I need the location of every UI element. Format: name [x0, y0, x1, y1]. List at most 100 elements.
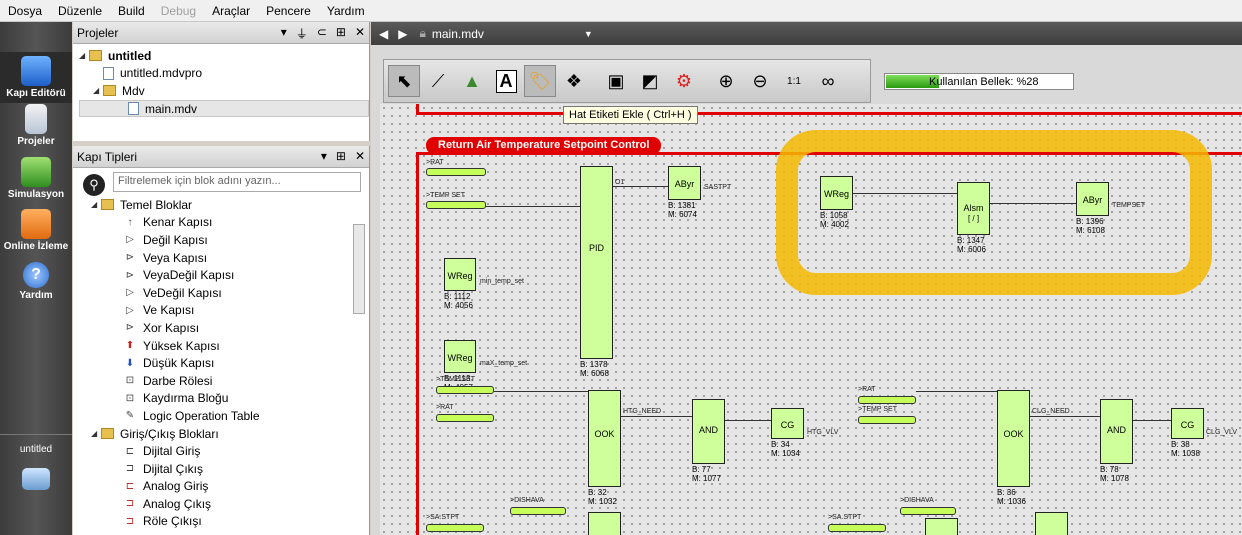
tree-item-mdvpro[interactable]: untitled.mdvpro	[79, 65, 369, 83]
tree-item-project[interactable]: ◢ untitled	[79, 47, 369, 65]
back-arrow-icon[interactable]: ◀	[379, 27, 388, 41]
and-block-2[interactable]: AND	[1100, 399, 1133, 464]
input-pill[interactable]	[510, 507, 566, 515]
tree-label: Mdv	[122, 83, 145, 98]
input-pill[interactable]	[828, 524, 886, 532]
editor-tab-main[interactable]: main.mdv	[432, 27, 572, 41]
input-pill[interactable]	[900, 507, 956, 515]
block-partial[interactable]	[925, 518, 958, 535]
tree-item-and-gate[interactable]: ▷ Ve Kapısı	[91, 302, 369, 320]
close-icon[interactable]: ✕	[355, 149, 365, 163]
settings-button[interactable]: ⚙	[668, 65, 700, 97]
wire-label: CLG_NEED	[1032, 408, 1070, 415]
shape-tool-button[interactable]: ▲	[456, 65, 488, 97]
sidebar-item-online-monitor[interactable]: Online İzleme	[0, 209, 72, 252]
tab-dropdown-icon[interactable]: ▼	[584, 29, 593, 39]
simulation-icon	[21, 157, 51, 187]
split-icon[interactable]: ⊞	[336, 25, 346, 42]
wire-label-button[interactable]: 🏷︎	[524, 65, 556, 97]
tree-item-digital-output[interactable]: ⊐ Dijital Çıkış	[91, 460, 369, 478]
ook-block-partial[interactable]	[588, 512, 621, 535]
tree-item-or-gate[interactable]: ⊳ Veya Kapısı	[91, 249, 369, 267]
input-pill[interactable]	[858, 396, 916, 404]
menu-edit[interactable]: Düzenle	[50, 4, 110, 18]
target-device-button[interactable]	[0, 468, 72, 492]
menu-help[interactable]: Yardım	[319, 4, 373, 18]
tree-item-nor-gate[interactable]: ⊳ VeyaDeğil Kapısı	[91, 266, 369, 284]
tree-item-not-gate[interactable]: ▷ Değil Kapısı	[91, 231, 369, 249]
alsm-block[interactable]: Alsm[ / ]	[957, 182, 990, 235]
abyr-block-1[interactable]: AByr	[668, 166, 701, 200]
menu-build[interactable]: Build	[110, 4, 153, 18]
tree-item-shift-block[interactable]: ⊡ Kaydırma Bloğu	[91, 390, 369, 408]
tree-item-low-gate[interactable]: ⬇ Düşük Kapısı	[91, 354, 369, 372]
tree-group-io[interactable]: ◢ Giriş/Çıkış Blokları	[91, 425, 369, 443]
forward-arrow-icon[interactable]: ▶	[398, 27, 407, 41]
link-icon[interactable]: ⊂	[317, 25, 327, 42]
zoom-reset-button[interactable]: 1:1	[778, 65, 810, 97]
tree-label: untitled	[108, 48, 152, 63]
dropdown-icon[interactable]: ▾	[281, 25, 287, 42]
pid-block[interactable]: PID	[580, 166, 613, 359]
input-pill[interactable]	[436, 414, 494, 422]
abyr-block-2[interactable]: AByr	[1076, 182, 1109, 216]
text-tool-button[interactable]: A	[490, 65, 522, 97]
tree-item-digital-input[interactable]: ⊏ Dijital Giriş	[91, 442, 369, 460]
close-icon[interactable]: ✕	[355, 25, 365, 42]
tree-group-basic[interactable]: ◢ Temel Bloklar	[91, 196, 369, 214]
block-partial[interactable]	[1035, 512, 1068, 535]
dropdown-icon[interactable]: ▾	[321, 149, 327, 163]
wreg-block-3[interactable]: WReg	[820, 176, 853, 210]
input-pill[interactable]	[436, 386, 494, 394]
zoom-in-button[interactable]: ⊕	[710, 65, 742, 97]
tree-item-analog-input[interactable]: ⊏ Analog Giriş	[91, 478, 369, 496]
sidebar-item-projects[interactable]: Projeler	[0, 104, 72, 147]
save-as-button[interactable]: ◩	[634, 65, 666, 97]
input-pill[interactable]	[858, 416, 916, 424]
zoom-out-button[interactable]: ⊖	[744, 65, 776, 97]
sidebar-item-gate-editor[interactable]: Kapı Editörü	[0, 52, 72, 103]
tree-item-relay-output[interactable]: ⊐ Röle Çıkışı	[91, 513, 369, 531]
tree-item-pulse-relay[interactable]: ⊡ Darbe Rölesi	[91, 372, 369, 390]
menu-tools[interactable]: Araçlar	[204, 4, 258, 18]
tree-item-logic-table[interactable]: ✎ Logic Operation Table	[91, 407, 369, 425]
ook-block-1[interactable]: OOK	[588, 390, 621, 487]
shapes-icon: ▲	[463, 70, 481, 91]
block-name: AND	[1106, 425, 1126, 436]
tree-item-nand-gate[interactable]: ▷ VeDeğil Kapısı	[91, 284, 369, 302]
tree-item-edge-gate[interactable]: ↑ Kenar Kapısı	[91, 214, 369, 232]
save-button[interactable]: ▣	[600, 65, 632, 97]
menu-file[interactable]: Dosya	[0, 4, 50, 18]
input-label: >TEMP SET	[436, 376, 475, 383]
find-button[interactable]: ∞	[812, 65, 844, 97]
select-tool-button[interactable]: ⬉	[388, 65, 420, 97]
input-pill[interactable]	[426, 201, 486, 209]
sidebar-divider	[0, 434, 72, 435]
tree-item-xor-gate[interactable]: ⊳ Xor Kapısı	[91, 319, 369, 337]
wreg-block-1[interactable]: WReg	[444, 258, 476, 291]
tree-item-high-gate[interactable]: ⬆ Yüksek Kapısı	[91, 337, 369, 355]
group-title[interactable]: Return Air Temperature Setpoint Control	[426, 137, 662, 154]
input-pill[interactable]	[426, 168, 486, 176]
scrollbar-thumb[interactable]	[353, 224, 365, 314]
diagram-canvas[interactable]: Return Air Temperature Setpoint Control …	[380, 104, 1242, 535]
tree-item-mdv-folder[interactable]: ◢ Mdv	[79, 82, 369, 100]
cg-block-1[interactable]: CG	[771, 408, 804, 439]
split-icon[interactable]: ⊞	[336, 149, 346, 163]
wreg-block-2[interactable]: WReg	[444, 340, 476, 373]
group-tool-button[interactable]: ❖	[558, 65, 590, 97]
sidebar-item-help[interactable]: ? Yardım	[0, 262, 72, 301]
menu-window[interactable]: Pencere	[258, 4, 319, 18]
tree-item-analog-output[interactable]: ⊐ Analog Çıkış	[91, 495, 369, 513]
ook-block-2[interactable]: OOK	[997, 390, 1030, 487]
search-icon[interactable]: ⚲	[83, 174, 105, 196]
pin-label: O1	[615, 179, 625, 186]
and-block-1[interactable]: AND	[692, 399, 725, 464]
wire-tool-button[interactable]: ⟋	[422, 65, 454, 97]
cg-block-2[interactable]: CG	[1171, 408, 1204, 439]
block-search-input[interactable]: Filtrelemek için blok adını yazın...	[113, 172, 361, 192]
sidebar-item-simulation[interactable]: Simulasyon	[0, 157, 72, 200]
tree-item-main-mdv[interactable]: main.mdv	[79, 99, 369, 118]
filter-icon[interactable]: ⏚	[296, 25, 308, 42]
input-pill[interactable]	[426, 524, 484, 532]
